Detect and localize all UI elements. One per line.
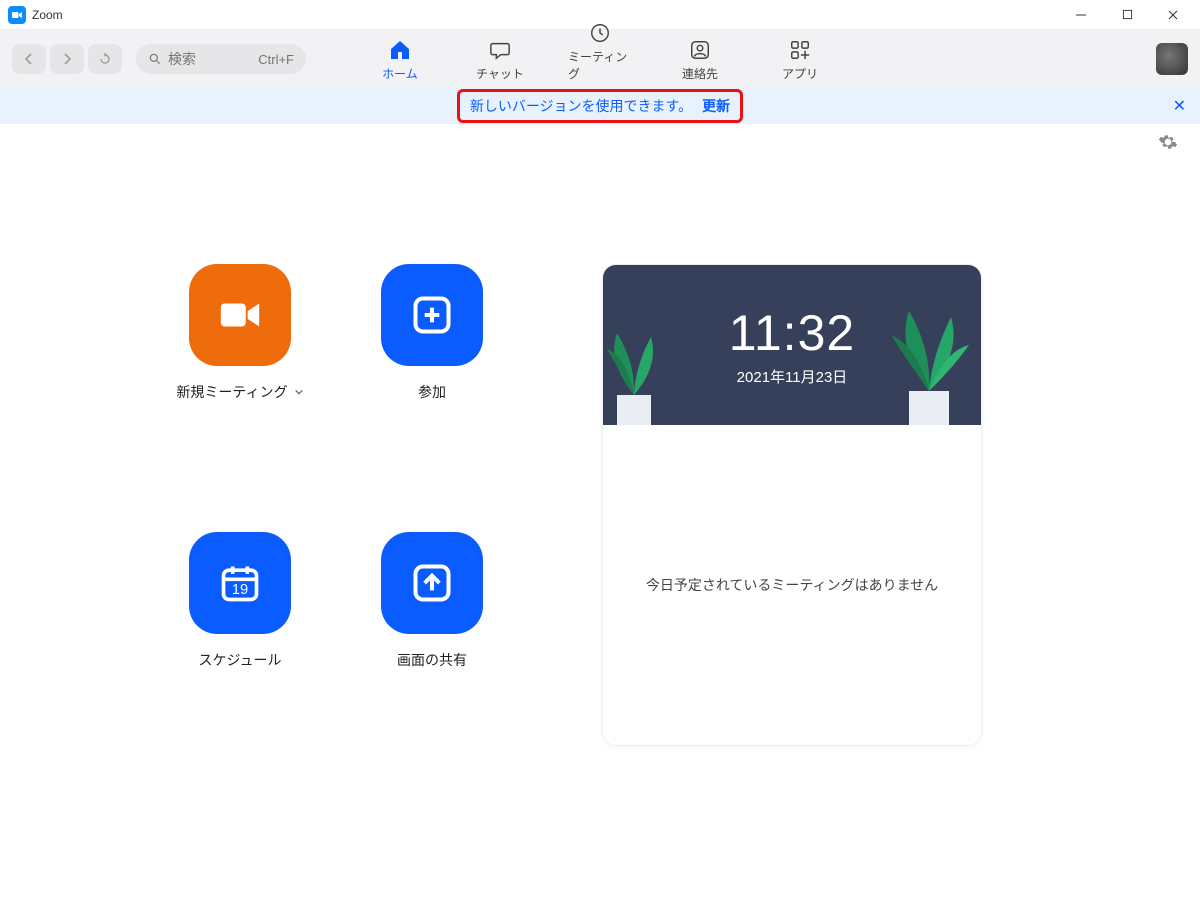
update-banner-highlight: 新しいバージョンを使用できます。 更新: [457, 89, 743, 123]
join-action: 参加: [352, 264, 512, 478]
calendar-icon: 19: [218, 561, 262, 605]
tab-contacts[interactable]: 連絡先: [668, 37, 732, 88]
main-content: 新規ミーティング 参加 19 スケジュール: [0, 164, 1200, 746]
tab-home-label: ホーム: [382, 65, 418, 82]
plant-decoration-icon: [602, 315, 669, 425]
panel-body: 今日予定されているミーティングはありません: [603, 425, 981, 745]
join-label: 参加: [418, 382, 446, 402]
avatar[interactable]: [1156, 43, 1188, 75]
banner-close-icon[interactable]: ✕: [1173, 96, 1186, 116]
tab-apps-label: アプリ: [782, 65, 818, 82]
search-input[interactable]: 検索 Ctrl+F: [136, 44, 306, 74]
svg-text:19: 19: [232, 582, 248, 598]
chat-icon: [487, 37, 513, 63]
clock-time: 11:32: [729, 304, 855, 362]
join-button[interactable]: [381, 264, 483, 366]
new-meeting-label: 新規ミーティング: [176, 382, 287, 402]
settings-button[interactable]: [1158, 132, 1178, 157]
close-button[interactable]: [1150, 0, 1196, 30]
no-meetings-text: 今日予定されているミーティングはありません: [646, 575, 938, 595]
tab-meetings[interactable]: ミーティング: [568, 20, 632, 88]
subbar: [0, 124, 1200, 164]
share-label: 画面の共有: [397, 650, 467, 670]
update-banner: 新しいバージョンを使用できます。 更新 ✕: [0, 88, 1200, 124]
minimize-button[interactable]: [1058, 0, 1104, 30]
tab-home[interactable]: ホーム: [368, 37, 432, 88]
action-grid: 新規ミーティング 参加 19 スケジュール: [160, 264, 512, 746]
share-button[interactable]: [381, 532, 483, 634]
clock-date: 2021年11月23日: [737, 366, 848, 387]
gear-icon: [1158, 132, 1178, 152]
clock-icon: [587, 20, 613, 46]
tab-chat[interactable]: チャット: [468, 37, 532, 88]
share-screen-icon: [410, 561, 454, 605]
tab-chat-label: チャット: [476, 65, 524, 82]
calendar-panel: 11:32 2021年11月23日 今日予定されているミーティングはありません: [602, 264, 982, 746]
apps-icon: [787, 37, 813, 63]
panel-hero: 11:32 2021年11月23日: [603, 265, 981, 425]
banner-message: 新しいバージョンを使用できます。: [470, 96, 692, 116]
maximize-button[interactable]: [1104, 0, 1150, 30]
window-controls: [1058, 0, 1196, 30]
new-meeting-button[interactable]: [189, 264, 291, 366]
tab-contacts-label: 連絡先: [682, 65, 718, 82]
plant-decoration-icon: [881, 295, 971, 425]
search-placeholder: 検索: [168, 49, 196, 69]
video-icon: [217, 292, 263, 338]
forward-button[interactable]: [50, 44, 84, 74]
history-button[interactable]: [88, 44, 122, 74]
zoom-logo-icon: [8, 6, 26, 24]
tab-apps[interactable]: アプリ: [768, 37, 832, 88]
share-action: 画面の共有: [352, 532, 512, 746]
nav-tabs: ホーム チャット ミーティング 連絡先 アプリ: [368, 30, 832, 88]
new-meeting-label-row: 新規ミーティング: [176, 382, 303, 402]
tab-meetings-label: ミーティング: [568, 48, 632, 82]
banner-update-link[interactable]: 更新: [702, 96, 730, 116]
toolbar: 検索 Ctrl+F ホーム チャット ミーティング 連絡先 アプリ: [0, 30, 1200, 88]
schedule-label: スケジュール: [198, 650, 281, 670]
schedule-button[interactable]: 19: [189, 532, 291, 634]
back-button[interactable]: [12, 44, 46, 74]
plus-icon: [410, 293, 454, 337]
window-title: Zoom: [32, 8, 63, 22]
home-icon: [387, 37, 413, 63]
schedule-action: 19 スケジュール: [160, 532, 320, 746]
contacts-icon: [687, 37, 713, 63]
chevron-down-icon[interactable]: [294, 387, 304, 397]
search-icon: [148, 52, 162, 66]
new-meeting-action: 新規ミーティング: [160, 264, 320, 478]
search-shortcut: Ctrl+F: [258, 52, 294, 67]
